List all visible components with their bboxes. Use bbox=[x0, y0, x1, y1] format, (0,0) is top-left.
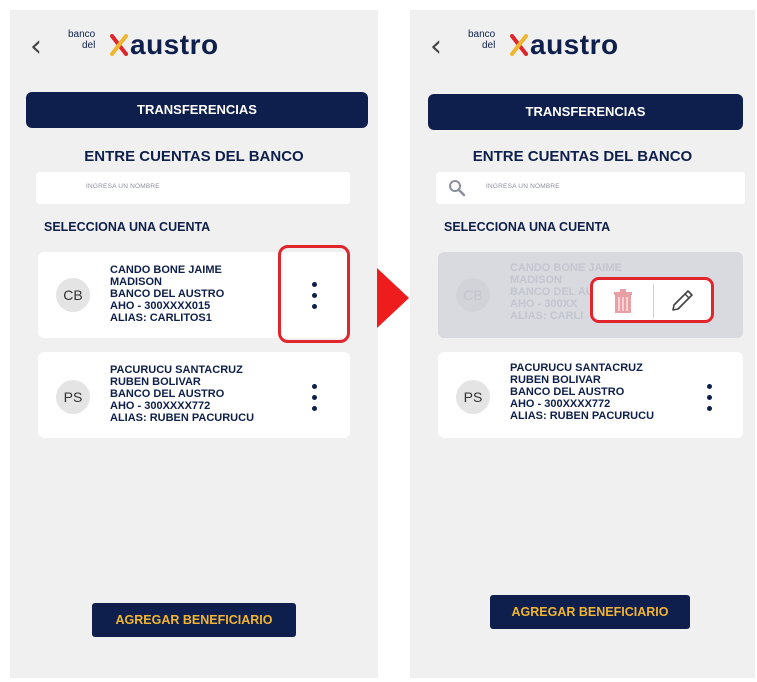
logo-small-bottom: del bbox=[482, 40, 496, 51]
account-alias: ALIAS: RUBEN PACURUCU bbox=[110, 412, 255, 424]
account-name-line1: CANDO BONE JAIME bbox=[110, 264, 222, 276]
avatar: PS bbox=[56, 380, 90, 414]
kebab-menu-icon[interactable] bbox=[700, 380, 720, 416]
account-card[interactable]: PS PACURUCU SANTACRUZ RUBEN BOLIVAR BANC… bbox=[38, 352, 350, 438]
account-details: PACURUCU SANTACRUZ RUBEN BOLIVAR BANCO D… bbox=[110, 364, 254, 424]
add-beneficiary-button[interactable]: AGREGAR BENEFICIARIO bbox=[490, 595, 690, 629]
actions-divider bbox=[653, 284, 654, 318]
arrow-right-icon bbox=[377, 268, 409, 328]
logo-word: austro bbox=[130, 29, 219, 60]
screen-before: ‹ banco del austro TRANSFERENCIAS ENTRE … bbox=[10, 10, 378, 678]
search-input[interactable]: INGRESA UN NOMBRE bbox=[436, 172, 745, 204]
logo-word: austro bbox=[530, 29, 619, 60]
kebab-menu-icon[interactable] bbox=[305, 380, 325, 416]
account-alias: ALIAS: CARLITOS1 bbox=[110, 312, 212, 324]
search-icon bbox=[449, 180, 466, 197]
account-name-line1: PACURUCU SANTACRUZ bbox=[510, 362, 643, 374]
logo-mark-icon bbox=[110, 34, 128, 56]
avatar: CB bbox=[56, 278, 90, 312]
search-placeholder: INGRESA UN NOMBRE bbox=[86, 183, 160, 190]
bank-logo: banco del austro bbox=[468, 28, 688, 68]
account-bank: BANCO DEL AUSTRO bbox=[110, 288, 225, 300]
account-card[interactable]: PS PACURUCU SANTACRUZ RUBEN BOLIVAR BANC… bbox=[438, 352, 743, 438]
account-number: AHO - 300XXXX772 bbox=[510, 398, 611, 410]
back-chevron-icon[interactable]: ‹ bbox=[30, 32, 42, 62]
transferencias-button[interactable]: TRANSFERENCIAS bbox=[428, 94, 743, 130]
add-beneficiary-button[interactable]: AGREGAR BENEFICIARIO bbox=[92, 603, 296, 637]
logo-small-top: banco bbox=[468, 29, 496, 40]
bank-logo: banco del austro bbox=[68, 28, 288, 68]
page-subtitle: ENTRE CUENTAS DEL BANCO bbox=[84, 148, 304, 165]
account-name-line2: RUBEN BOLIVAR bbox=[510, 374, 601, 386]
account-bank: BANCO DEL AUSTRO bbox=[510, 386, 625, 398]
search-input[interactable]: INGRESA UN NOMBRE bbox=[36, 172, 350, 204]
page-subtitle: ENTRE CUENTAS DEL BANCO bbox=[472, 148, 693, 165]
avatar: CB bbox=[456, 278, 490, 312]
account-number: AHO - 300XXXX772 bbox=[110, 400, 211, 412]
account-alias: ALIAS: RUBEN PACURUCU bbox=[510, 410, 655, 422]
transferencias-button[interactable]: TRANSFERENCIAS bbox=[26, 92, 368, 128]
account-name-line1: PACURUCU SANTACRUZ bbox=[110, 364, 243, 376]
logo-small-bottom: del bbox=[82, 40, 96, 51]
header: ‹ banco del austro bbox=[10, 28, 378, 68]
account-actions-menu bbox=[590, 277, 714, 323]
screen-after: ‹ banco del austro TRANSFERENCIAS ENTRE … bbox=[410, 10, 755, 678]
avatar: PS bbox=[456, 380, 490, 414]
highlight-menu-box bbox=[278, 245, 350, 343]
account-name-line2: MADISON bbox=[110, 276, 162, 288]
account-name-line1: CANDO BONE JAIME bbox=[510, 262, 622, 274]
account-bank: BANCO DEL AUSTRO bbox=[110, 388, 225, 400]
search-placeholder: INGRESA UN NOMBRE bbox=[486, 183, 560, 190]
header: ‹ banco del austro bbox=[410, 28, 755, 68]
select-account-heading: SELECCIONA UNA CUENTA bbox=[444, 220, 611, 234]
back-chevron-icon[interactable]: ‹ bbox=[430, 32, 442, 62]
select-account-heading: SELECCIONA UNA CUENTA bbox=[44, 220, 211, 234]
pencil-icon[interactable] bbox=[669, 288, 695, 314]
account-details: PACURUCU SANTACRUZ RUBEN BOLIVAR BANCO D… bbox=[510, 362, 654, 422]
logo-small-top: banco bbox=[68, 29, 96, 40]
account-details: CANDO BONE JAIME MADISON BANCO DEL AUSTR… bbox=[110, 264, 224, 324]
account-number: AHO - 300XXXX015 bbox=[110, 300, 211, 312]
logo-mark-icon bbox=[510, 34, 528, 56]
account-name-line2: RUBEN BOLIVAR bbox=[110, 376, 201, 388]
trash-icon[interactable] bbox=[611, 288, 635, 314]
